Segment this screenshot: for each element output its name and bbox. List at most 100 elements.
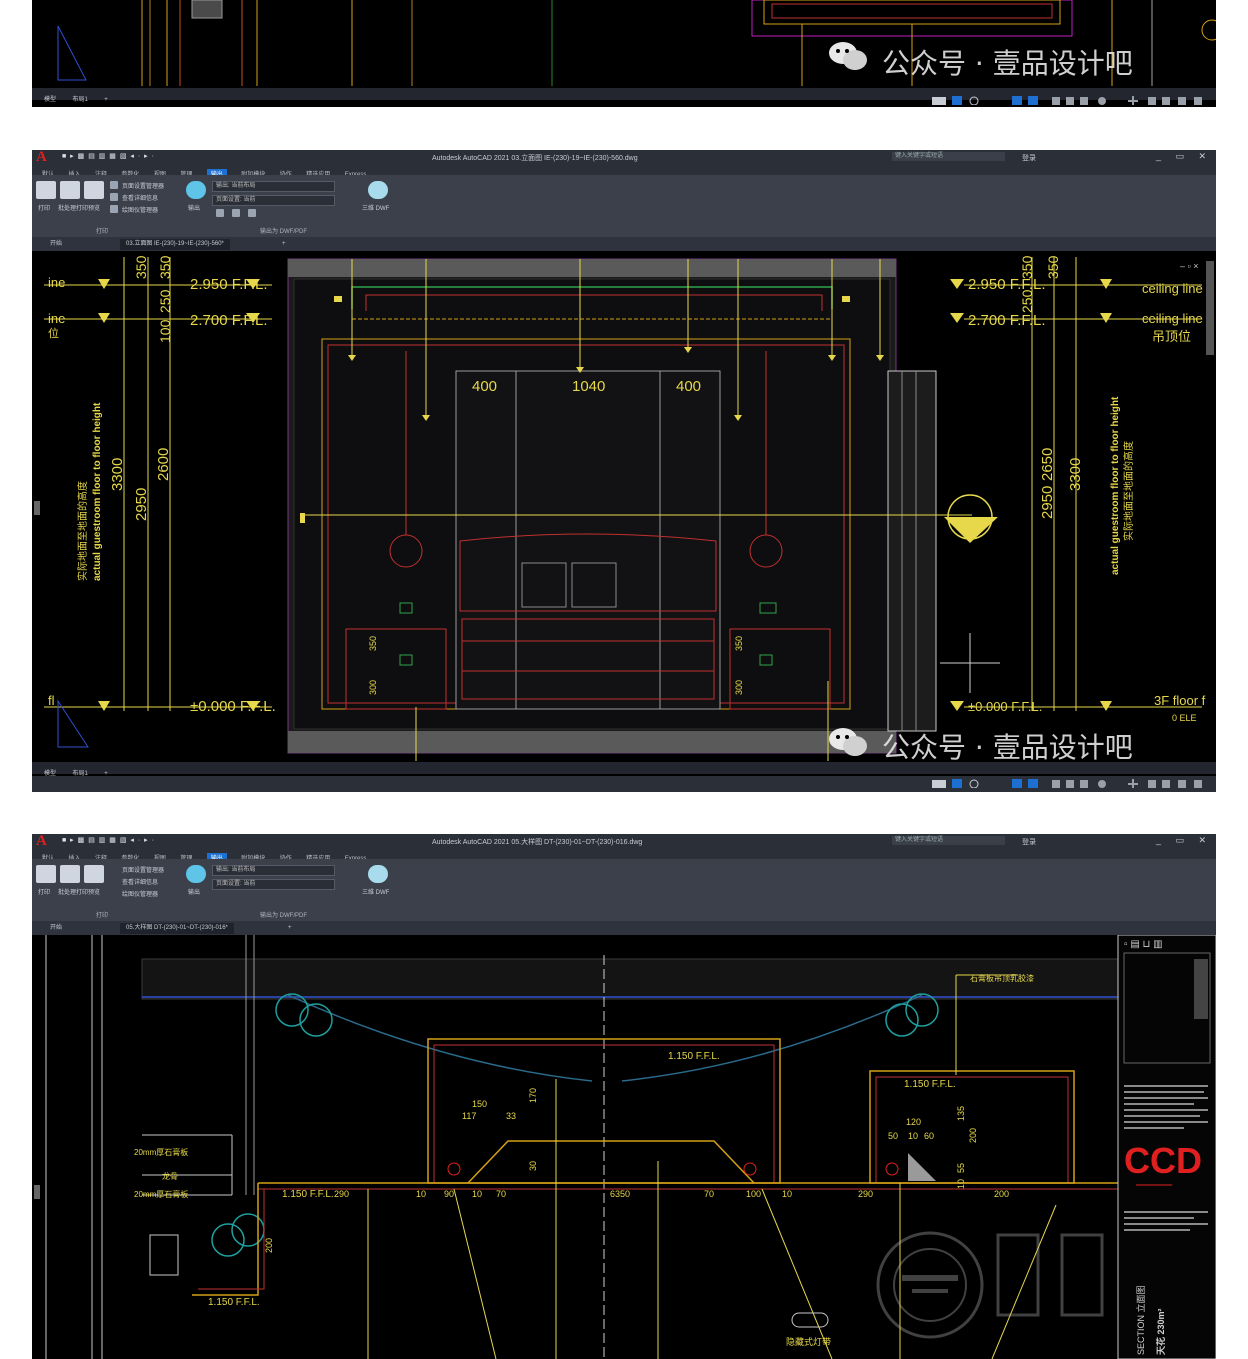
note-top-right: 石膏板吊顶乳胶漆 xyxy=(970,973,1034,983)
dim-b-6: 70 xyxy=(704,1189,714,1199)
export-current-layout-select[interactable]: 输出: 当前布局 xyxy=(212,181,335,192)
export-current-layout-select-3[interactable]: 输出: 当前布局 xyxy=(212,865,335,876)
plotter-manager[interactable]: 绘图仪管理器 xyxy=(122,205,158,214)
dim-s-2: 33 xyxy=(506,1111,516,1121)
title-block-scrollbar[interactable] xyxy=(1194,959,1208,1019)
vdim-left-2950: 2950 xyxy=(133,488,150,521)
dim-b-2: 90 xyxy=(444,1189,454,1199)
document-tab-elevation[interactable]: 03.立面图 IE-(230)-19~IE-(230)-560* xyxy=(120,239,230,250)
dim-b-7: 100 xyxy=(746,1189,761,1199)
ribbon-tabs: 默认 插入 注释 参数化 视图 管理 输出 附加模块 协作 精选应用 Expre… xyxy=(32,163,1216,178)
document-tab-detail[interactable]: 05.大样图 DT-(230)-01~DT-(230)-016* xyxy=(120,923,234,934)
window-controls[interactable]: _ ▭ ✕ xyxy=(1156,151,1212,162)
status-bar-2 xyxy=(32,776,1216,792)
login-button-3[interactable]: 登录 xyxy=(1022,837,1036,847)
start-tab-3[interactable]: 开始 xyxy=(44,923,68,934)
cad-screenshot-top: 模型 布局1 + 公众号 · 壹品设计吧 xyxy=(32,0,1216,107)
dim-r-0: 120 xyxy=(906,1117,921,1127)
export-icon[interactable] xyxy=(186,181,206,199)
left-ceiling-label-1: ine xyxy=(48,275,65,290)
window-controls-3[interactable]: _ ▭ ✕ xyxy=(1156,835,1212,846)
width-dim-400-right: 400 xyxy=(676,378,701,395)
status-bar-icons[interactable] xyxy=(932,95,1212,105)
3d-dwf-icon[interactable] xyxy=(368,181,388,199)
small-dim-left-2: 100 xyxy=(157,319,173,343)
page-setup-manager[interactable]: 页面设置管理器 xyxy=(122,181,164,190)
export-small-icon-2[interactable] xyxy=(232,209,240,217)
width-dim-1040: 1040 xyxy=(572,378,605,395)
new-tab-button[interactable]: + xyxy=(276,239,292,250)
top-dim-2: 350 xyxy=(157,255,173,279)
status-bar-icons-2[interactable] xyxy=(932,778,1212,788)
left-edge-handle[interactable] xyxy=(34,501,40,515)
preview-label[interactable]: 预览 xyxy=(88,203,100,212)
drawing-canvas-detail[interactable]: 1.150 F.F.L. 1.150 F.F.L. 1.150 F.F.L. 1… xyxy=(32,935,1216,1359)
search-input[interactable]: 键入关键字或短语 xyxy=(892,152,1005,161)
dim-s-1: 117 xyxy=(462,1111,476,1121)
status-bar xyxy=(32,93,1216,107)
batch-print-label[interactable]: 批处理打印 xyxy=(58,203,88,212)
title-block-icons[interactable]: ▫ ▤ ⊔ ▥ xyxy=(1124,939,1163,950)
page-setup-select[interactable]: 页面设置: 当前 xyxy=(212,195,335,206)
details-icon xyxy=(110,193,118,201)
view-details[interactable]: 查看详细信息 xyxy=(122,193,158,202)
3d-dwf-label[interactable]: 三维 DWF xyxy=(362,203,389,212)
note-left-3: 20mm厚石膏板 xyxy=(134,1189,188,1199)
view-details-3[interactable]: 查看详细信息 xyxy=(122,877,158,886)
preview-icon-3[interactable] xyxy=(84,865,104,883)
login-button[interactable]: 登录 xyxy=(1022,153,1036,163)
quick-access-toolbar[interactable]: ■ ▸ ▩ ▤ ▥ ▦ ▧ ◂ · ▸ · xyxy=(62,152,155,160)
export-icon-3[interactable] xyxy=(186,865,206,883)
export-small-icon-1[interactable] xyxy=(216,209,224,217)
dim-b-9: 290 xyxy=(858,1189,873,1199)
plotter-manager-3[interactable]: 绘图仪管理器 xyxy=(122,889,158,898)
new-tab-button-3[interactable]: + xyxy=(282,923,298,934)
dim-r-3: 60 xyxy=(924,1131,934,1141)
dim-b-4: 70 xyxy=(496,1189,506,1199)
batch-print-label-3[interactable]: 批处理打印 xyxy=(58,887,88,896)
strip-light-icon xyxy=(791,1312,829,1328)
preview-label-3[interactable]: 预览 xyxy=(88,887,100,896)
right-ceiling-label-2: ceiling line xyxy=(1142,311,1203,326)
level-right-2: 2.700 F.F.L. xyxy=(968,312,1046,329)
left-edge-handle-3[interactable] xyxy=(34,1185,40,1199)
print-icon-3[interactable] xyxy=(36,865,56,883)
page-setup-manager-3[interactable]: 页面设置管理器 xyxy=(122,865,164,874)
export-label-3[interactable]: 输出 xyxy=(188,887,200,896)
dim-v-0: 170 xyxy=(528,1088,538,1103)
export-label[interactable]: 输出 xyxy=(188,203,200,212)
document-tabs-3: 开始 05.大样图 DT-(230)-01~DT-(230)-016* + xyxy=(32,921,1216,935)
ccd-logo-subtitle: ━━━━━━━━━━ xyxy=(1135,1183,1173,1189)
dim-v-3: 135 xyxy=(956,1106,966,1121)
quick-access-toolbar-3[interactable]: ■ ▸ ▩ ▤ ▥ ▦ ▧ ◂ · ▸ · xyxy=(62,836,155,844)
start-tab[interactable]: 开始 xyxy=(44,239,68,250)
viewport-controls[interactable]: – ▫ × xyxy=(1180,261,1198,271)
3d-dwf-icon-3[interactable] xyxy=(368,865,388,883)
batch-print-icon[interactable] xyxy=(60,181,80,199)
dim-r-2: 10 xyxy=(908,1131,918,1141)
print-icon[interactable] xyxy=(36,181,56,199)
print-button-label[interactable]: 打印 xyxy=(38,203,50,212)
wechat-icon xyxy=(829,42,867,70)
right-ceiling-cn: 吊顶位 xyxy=(1152,329,1191,344)
dim-v-4: 200 xyxy=(968,1128,978,1143)
search-input-3[interactable]: 键入关键字或短语 xyxy=(892,836,1005,845)
export-small-icon-3[interactable] xyxy=(248,209,256,217)
batch-print-icon-3[interactable] xyxy=(60,865,80,883)
page-setup-select-3[interactable]: 页面设置: 当前 xyxy=(212,879,335,890)
top-dim-4: 350 xyxy=(1045,255,1061,279)
preview-icon[interactable] xyxy=(84,181,104,199)
vdim-right-2650: 2650 xyxy=(1039,448,1056,481)
level-left-3: ±0.000 F.F.L. xyxy=(190,698,276,715)
drawing-canvas-elevation[interactable]: ine ine 位 fl 2.950 F.F.L. 2.700 F.F.L. ±… xyxy=(32,251,1216,761)
panel-title-export-3: 输出为 DWF/PDF xyxy=(260,913,307,919)
right-floor-label: 3F floor f xyxy=(1154,693,1206,708)
dim-v-5: 55 xyxy=(956,1163,966,1173)
dim-v-6: 10 xyxy=(956,1179,966,1189)
vertical-scrollbar[interactable] xyxy=(1206,261,1214,355)
small-dim-3: 350 xyxy=(734,636,744,651)
panel-title-print: 打印 xyxy=(96,229,109,235)
dim-r-1: 50 xyxy=(888,1131,898,1141)
3d-dwf-label-3[interactable]: 三维 DWF xyxy=(362,887,389,896)
print-button-label-3[interactable]: 打印 xyxy=(38,887,50,896)
